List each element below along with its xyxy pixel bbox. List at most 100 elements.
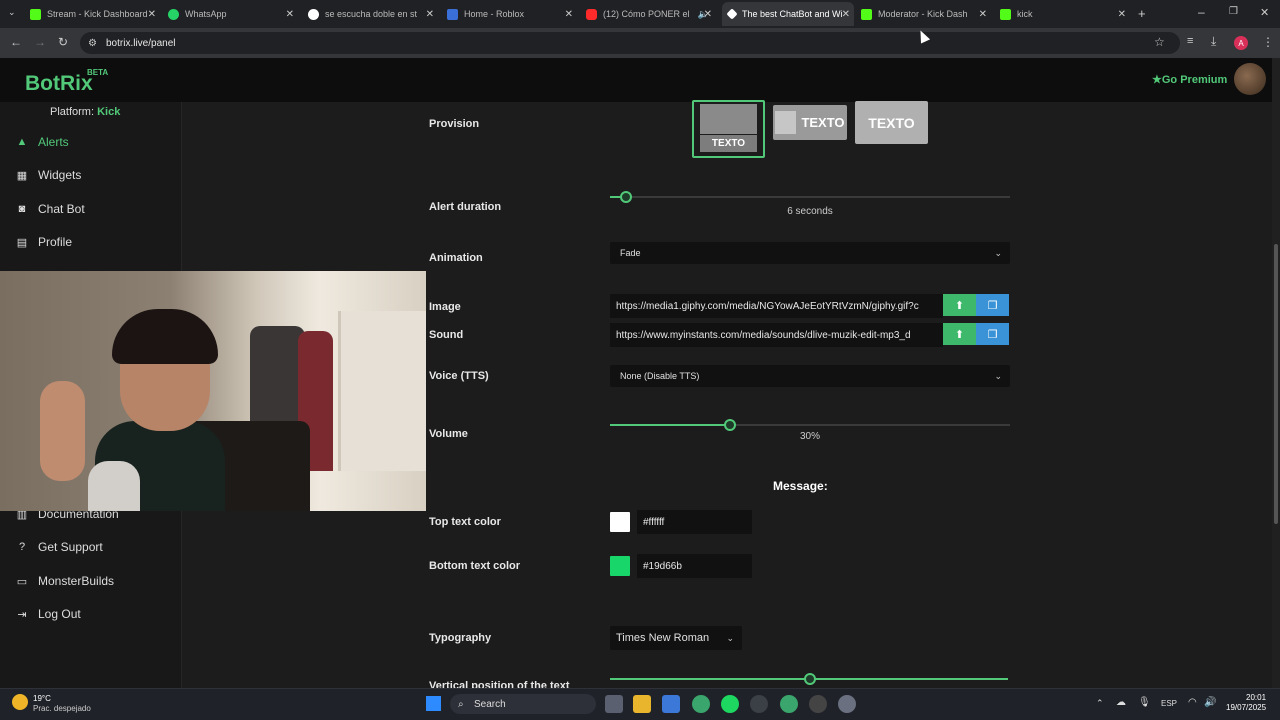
sidebar-item-widgets[interactable]: ▦ Widgets: [14, 168, 82, 182]
tab-list-icon[interactable]: ⌄: [8, 7, 16, 18]
alert-duration-label: Alert duration: [429, 201, 502, 213]
vertical-position-slider-handle[interactable]: [804, 673, 816, 685]
volume-slider-handle[interactable]: [724, 419, 736, 431]
bookmark-star-icon[interactable]: ☆: [1154, 35, 1165, 49]
user-avatar[interactable]: [1234, 63, 1266, 95]
onedrive-icon[interactable]: ☁: [1116, 697, 1126, 708]
youtube-icon: [586, 8, 597, 20]
weather-sun-icon[interactable]: [12, 694, 28, 710]
tab-kick[interactable]: kick ✕: [1000, 4, 1130, 24]
image-label: Image: [429, 301, 461, 313]
tab-close-icon[interactable]: ✕: [842, 9, 850, 20]
image-url-input[interactable]: https://media1.giphy.com/media/NGYowAJeE…: [610, 294, 943, 318]
sidebar-item-alerts[interactable]: ▲ Alerts: [14, 135, 69, 149]
tab-roblox[interactable]: Home - Roblox ✕: [447, 4, 577, 24]
provision-option-side[interactable]: TEXTO: [773, 105, 847, 140]
tab-youtube[interactable]: (12) Cómo PONER el 🔈 ✕: [586, 4, 716, 24]
animation-label: Animation: [429, 252, 483, 264]
url-input[interactable]: ⚙ botrix.live/panel: [80, 32, 1180, 54]
menu-dots-icon[interactable]: ⋮: [1262, 35, 1274, 49]
recorder-icon[interactable]: [809, 695, 827, 713]
site-info-icon[interactable]: ⚙: [88, 38, 97, 49]
tray-chevron-icon[interactable]: ⌃: [1096, 698, 1104, 709]
reload-icon[interactable]: ↻: [58, 35, 68, 49]
tab-close-icon[interactable]: ✕: [148, 9, 156, 20]
image-upload-button[interactable]: ⬆: [943, 294, 976, 316]
close-window-icon[interactable]: ✕: [1260, 6, 1269, 19]
sound-upload-button[interactable]: ⬆: [943, 323, 976, 345]
download-icon[interactable]: ⤓: [1211, 34, 1216, 49]
chrome-active-icon[interactable]: [780, 695, 798, 713]
person-hand: [40, 381, 85, 481]
tab-kick-dashboard[interactable]: Stream - Kick Dashboard ✕: [30, 4, 160, 24]
tab-close-icon[interactable]: ✕: [704, 9, 712, 20]
scrollbar-thumb[interactable]: [1274, 244, 1278, 524]
voice-tts-select[interactable]: None (Disable TTS) ⌄: [610, 365, 1010, 387]
media-control-icon[interactable]: ≡: [1187, 35, 1193, 47]
volume-value: 30%: [799, 431, 820, 442]
taskbar-search[interactable]: ⌕ Search: [450, 694, 596, 714]
minimize-icon[interactable]: –: [1198, 5, 1205, 19]
address-bar: ← → ↻ ⚙ botrix.live/panel ☆ ≡ ⤓ A ⋮: [0, 28, 1280, 58]
tab-whatsapp[interactable]: WhatsApp ✕: [168, 4, 298, 24]
alert-duration-slider-handle[interactable]: [620, 191, 632, 203]
obs-icon[interactable]: [750, 695, 768, 713]
sound-url-input[interactable]: https://www.myinstants.com/media/sounds/…: [610, 323, 943, 347]
volume-icon[interactable]: 🔊: [1204, 697, 1216, 708]
upload-icon: ⬆: [954, 328, 965, 341]
language-indicator[interactable]: ESP: [1161, 699, 1177, 708]
sidebar-item-chat-bot[interactable]: ◙ Chat Bot: [14, 202, 85, 216]
chrome-icon[interactable]: [692, 695, 710, 713]
new-tab-icon[interactable]: +: [1138, 6, 1146, 21]
tab-close-icon[interactable]: ✕: [1118, 9, 1126, 20]
provision-option-stacked[interactable]: TEXTO: [692, 100, 765, 158]
image-gallery-button[interactable]: ❐: [976, 294, 1009, 316]
tab-close-icon[interactable]: ✕: [426, 9, 434, 20]
profile-avatar[interactable]: A: [1234, 36, 1248, 50]
sidebar-item-monsterbuilds[interactable]: ▭ MonsterBuilds: [14, 574, 114, 588]
roblox-icon: [447, 8, 458, 20]
chevron-down-icon: ⌄: [726, 632, 734, 643]
platform-indicator: Platform: Kick: [50, 106, 121, 118]
settings-icon[interactable]: [838, 695, 856, 713]
tab-botrix[interactable]: The best ChatBot and Wi ✕: [722, 2, 854, 26]
sidebar-item-log-out[interactable]: ⇥ Log Out: [14, 607, 80, 621]
bottom-text-color-input[interactable]: #19d66b: [637, 554, 752, 578]
task-view-icon[interactable]: [605, 695, 623, 713]
chevron-down-icon: ⌄: [994, 370, 1002, 381]
clock[interactable]: 20:01 19/07/2025: [1226, 693, 1266, 713]
tab-close-icon[interactable]: ✕: [979, 9, 987, 20]
bookshelf: [338, 311, 426, 471]
beta-badge: BETA: [87, 68, 109, 77]
sound-gallery-button[interactable]: ❐: [976, 323, 1009, 345]
file-explorer-icon[interactable]: [633, 695, 651, 713]
weather-widget[interactable]: 19°C Prac. despejado: [33, 694, 91, 714]
back-icon[interactable]: ←: [10, 35, 22, 49]
sidebar-item-profile[interactable]: ▤ Profile: [14, 235, 72, 249]
animation-select[interactable]: Fade ⌄: [610, 242, 1010, 264]
wifi-icon[interactable]: ◠: [1188, 697, 1197, 708]
tab-close-icon[interactable]: ✕: [565, 9, 573, 20]
tab-close-icon[interactable]: ✕: [286, 9, 294, 20]
gallery-icon: ❐: [987, 299, 998, 312]
message-heading: Message:: [773, 479, 828, 493]
sidebar-item-get-support[interactable]: ? Get Support: [14, 540, 103, 554]
top-text-color-swatch[interactable]: [610, 512, 630, 532]
forward-icon[interactable]: →: [34, 35, 46, 49]
windows-start-icon[interactable]: [426, 696, 441, 711]
top-text-color-input[interactable]: #ffffff: [637, 510, 752, 534]
mic-icon[interactable]: 🎙: [1138, 697, 1151, 708]
provision-label: Provision: [429, 118, 480, 130]
tab-moderator-kick[interactable]: Moderator - Kick Dashbo ✕: [861, 4, 991, 24]
tab-google-search[interactable]: se escucha doble en strea ✕: [308, 4, 438, 24]
bottom-text-color-swatch[interactable]: [610, 556, 630, 576]
typography-select[interactable]: Times New Roman ⌄: [610, 626, 742, 650]
alert-duration-track: [610, 196, 1010, 198]
botrix-logo[interactable]: BotRix: [25, 72, 93, 96]
provision-option-overlay[interactable]: TEXTO: [855, 101, 928, 144]
maximize-icon[interactable]: ❐: [1229, 6, 1238, 17]
go-premium-button[interactable]: ★Go Premium: [1152, 73, 1227, 86]
kick-icon: [861, 8, 872, 20]
store-icon[interactable]: [662, 695, 680, 713]
spotify-icon[interactable]: [721, 695, 739, 713]
